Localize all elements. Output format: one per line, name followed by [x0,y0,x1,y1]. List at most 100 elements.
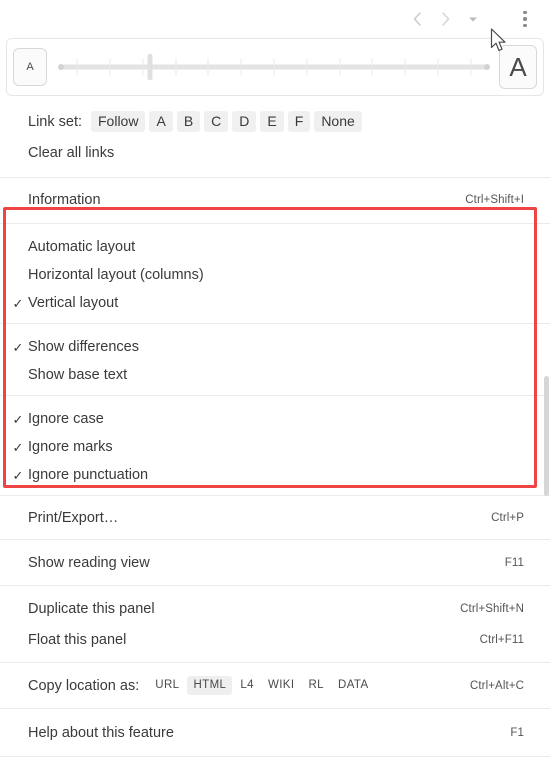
menu-item-show-base-text[interactable]: Show base text [0,361,550,389]
font-size-max-button[interactable]: A [499,45,537,89]
menu-separator [0,756,550,757]
menu-separator [0,539,550,540]
menu-item-link-set[interactable]: Link set: Follow A B C D E F None [0,106,550,137]
menu-item-ignore-case[interactable]: ✓ Ignore case [0,405,550,433]
float-panel-label: Float this panel [28,631,127,648]
information-label: Information [28,191,101,208]
menu-separator [0,495,550,496]
duplicate-panel-label: Duplicate this panel [28,600,155,617]
information-accel: Ctrl+Shift+I [465,193,524,206]
help-label: Help about this feature [28,724,174,741]
menu-separator [0,585,550,586]
menu-item-print-export[interactable]: Print/Export… Ctrl+P [0,502,550,533]
link-set-option-e[interactable]: E [260,110,284,133]
checkmark-icon: ✓ [12,467,24,483]
chevron-right-icon[interactable] [432,6,458,32]
layout-option-label: Vertical layout [28,295,119,311]
menu-item-duplicate-panel[interactable]: Duplicate this panel Ctrl+Shift+N [0,593,550,624]
panel-menu-screen: A A Link set: Follow A B C D E F None Clear all… [0,0,550,761]
link-set-option-f[interactable]: F [287,110,311,133]
font-size-slider-card: A A [6,38,544,96]
link-set-option-d[interactable]: D [232,110,257,133]
menu-item-ignore-marks[interactable]: ✓ Ignore marks [0,433,550,461]
slider-tick [470,58,472,76]
ignore-option-label: Ignore case [28,411,104,427]
link-set-option-a[interactable]: A [149,110,173,133]
menu-item-automatic-layout[interactable]: Automatic layout [0,233,550,261]
slider-tick [240,58,242,76]
menu-item-float-panel[interactable]: Float this panel Ctrl+F11 [0,624,550,655]
menu-item-copy-location[interactable]: Copy location as: URL HTML L4 WIKI RL DATA Ct… [0,670,550,701]
link-set-label: Link set: [28,113,82,130]
font-size-slider[interactable] [58,47,490,87]
slider-tick [404,58,406,76]
checkmark-icon: ✓ [12,411,24,427]
menu-group-layout: Automatic layout Horizontal layout (colum… [0,224,550,323]
reading-view-label: Show reading view [28,554,150,571]
reading-view-accel: F11 [504,556,524,569]
link-set-option-follow[interactable]: Follow [91,110,146,133]
font-size-min-label: A [26,61,34,73]
slider-track-cap-left [58,64,64,70]
copy-format-data[interactable]: DATA [332,676,375,695]
font-size-min-button[interactable]: A [13,48,47,86]
slider-thumb[interactable] [147,54,153,80]
copy-format-html[interactable]: HTML [187,676,233,695]
menu-item-horizontal-layout-columns[interactable]: Horizontal layout (columns) [0,261,550,289]
link-set-option-none[interactable]: None [314,110,362,133]
menu-item-help[interactable]: Help about this feature F1 [0,717,550,748]
menu-item-ignore-punctuation[interactable]: ✓ Ignore punctuation [0,461,550,489]
help-accel: F1 [510,726,524,739]
chevron-left-icon[interactable] [404,6,430,32]
slider-tick [142,58,144,76]
menu-group-ignore: ✓ Ignore case ✓ Ignore marks ✓ Ignore punctua… [0,396,550,495]
menu-item-information[interactable]: Information Ctrl+Shift+I [0,184,550,215]
copy-location-accel: Ctrl+Alt+C [469,679,524,692]
caret-down-icon[interactable] [460,6,486,32]
slider-tick [339,58,341,76]
display-option-label: Show base text [28,367,128,383]
context-menu: Link set: Follow A B C D E F None Clear all lin… [0,96,550,761]
menu-item-show-differences[interactable]: ✓ Show differences [0,333,550,361]
scrollbar-thumb[interactable] [544,376,549,496]
copy-location-formats: URL HTML L4 WIKI RL DATA [149,676,374,695]
slider-tick [273,58,275,76]
display-option-label: Show differences [28,339,139,355]
slider-tick [371,58,373,76]
print-export-label: Print/Export… [28,509,119,526]
copy-format-rl[interactable]: RL [302,676,330,695]
copy-location-label: Copy location as: [28,677,140,694]
layout-option-label: Automatic layout [28,239,136,255]
slider-tick [76,58,78,76]
slider-track-cap-right [484,64,490,70]
duplicate-panel-accel: Ctrl+Shift+N [460,602,524,615]
clear-all-links-label: Clear all links [28,144,115,161]
checkmark-icon: ✓ [12,339,24,355]
checkmark-icon: ✓ [12,439,24,455]
slider-tick [437,58,439,76]
menu-separator [0,708,550,709]
print-export-accel: Ctrl+P [491,511,524,524]
copy-format-url[interactable]: URL [149,676,185,695]
slider-tick [306,58,308,76]
menu-group-display: ✓ Show differences Show base text [0,324,550,395]
slider-tick [207,58,209,76]
slider-tick [175,58,177,76]
checkmark-icon: ✓ [12,295,24,311]
link-set-option-c[interactable]: C [204,110,229,133]
vertical-scrollbar[interactable] [542,96,550,761]
kebab-menu-icon[interactable] [514,6,536,32]
menu-item-show-reading-view[interactable]: Show reading view F11 [0,547,550,578]
menu-separator [0,662,550,663]
menu-separator [0,177,550,178]
layout-option-label: Horizontal layout (columns) [28,267,204,283]
menu-item-vertical-layout[interactable]: ✓ Vertical layout [0,289,550,317]
slider-tick [109,58,111,76]
link-set-options: Follow A B C D E F None [91,110,362,133]
link-set-option-b[interactable]: B [176,110,201,133]
ignore-option-label: Ignore marks [28,439,113,455]
copy-format-l4[interactable]: L4 [234,676,260,695]
menu-item-clear-all-links[interactable]: Clear all links [0,137,550,168]
copy-format-wiki[interactable]: WIKI [262,676,301,695]
nav-button-group [404,6,486,32]
